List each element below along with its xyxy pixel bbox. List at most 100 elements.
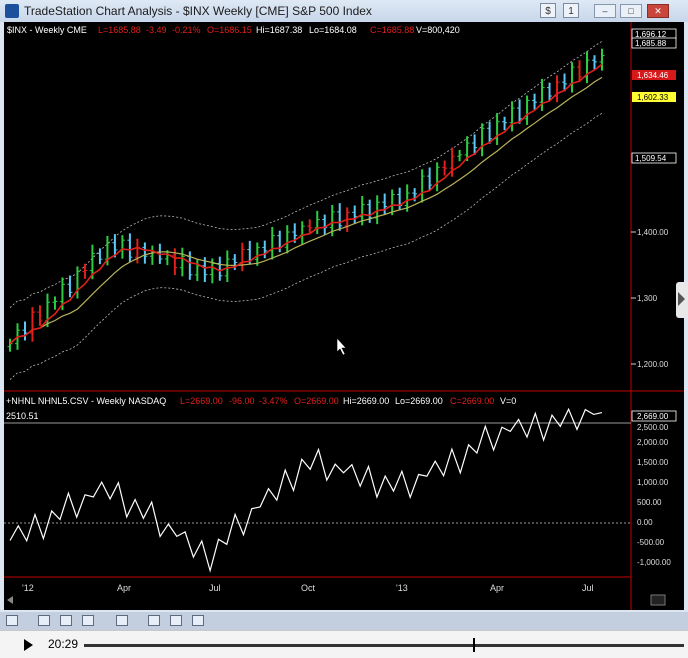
price-bar [352,205,358,225]
ind-tick-1500: 1,500.00 [637,458,669,467]
ind-tick-neg500: -500.00 [637,538,665,547]
price-bars [7,48,605,352]
price-bar [149,245,155,265]
side-expand-handle[interactable] [676,282,688,318]
close-button[interactable]: ✕ [647,4,669,18]
price-bar [524,95,530,125]
price-bar [67,275,73,298]
price-bar [52,296,58,310]
tab-close-icon-2[interactable] [192,615,204,626]
price-bar [22,321,28,341]
scroll-right-button[interactable] [650,594,666,606]
workspace-tab-icon[interactable] [6,615,18,626]
price-bar [262,240,268,259]
price-bar [532,93,538,110]
price-last: L=1685.88 [98,25,141,35]
price-bar [314,210,320,235]
tab-maximize-icon-2[interactable] [170,615,182,626]
price-bar [299,221,305,245]
indicator-marker: 2,669.00 [637,412,669,421]
tab-maximize-icon[interactable] [60,615,72,626]
price-open: O=1686.15 [207,25,252,35]
indicator-close: C=2669.00 [450,396,494,406]
price-bar [269,226,275,260]
indicator-open: O=2669.00 [294,396,339,406]
chart-area[interactable]: $INX - Weekly CME L=1685.88 -3.49 -0.21%… [4,22,684,610]
price-bar [442,160,448,176]
price-bar [127,233,133,263]
bollinger-bands [9,41,603,380]
bottom-tab-bar [0,612,688,630]
title-bar: TradeStation Chart Analysis - $INX Weekl… [0,0,688,22]
price-bar [494,113,500,145]
app-icon [5,4,19,18]
price-bar [97,248,103,265]
fast-moving-average [9,63,603,345]
price-bar [284,225,290,254]
price-bar [119,235,125,259]
price-tick-1300: 1,300 [637,294,658,303]
price-bar [397,187,403,211]
minimize-button[interactable]: – [594,4,616,18]
indicator-ref-label: 2510.51 [6,411,39,421]
mouse-cursor-icon [336,337,347,356]
tab-restore-icon[interactable] [38,615,50,626]
ind-tick-neg1000: -1,000.00 [637,558,671,567]
progress-thumb[interactable] [473,638,475,652]
price-bar [337,203,343,231]
symbol-button[interactable]: $ [540,3,556,18]
upper-band [9,41,603,308]
ind-tick-1000: 1,000.00 [637,478,669,487]
price-bar [457,149,463,162]
price-change: -3.49 [146,25,167,35]
time-label-oct: Oct [301,583,316,593]
tab-restore-icon-2[interactable] [148,615,160,626]
price-tick-1200: 1,200.00 [637,360,669,369]
marker-lower: 1,509.54 [635,154,667,163]
scroll-left-icon[interactable] [7,596,13,604]
price-bar [37,305,43,326]
price-bar [82,263,88,279]
window-title: TradeStation Chart Analysis - $INX Weekl… [24,4,372,18]
workspace-tab-icon-2[interactable] [116,615,128,626]
price-pct: -0.21% [172,25,201,35]
price-bar [584,51,590,84]
price-bar [194,259,200,282]
price-header: $INX - Weekly CME L=1685.88 -3.49 -0.21%… [7,25,460,35]
app-window: TradeStation Chart Analysis - $INX Weekl… [0,0,688,625]
marker-yellow: 1,602.33 [637,93,669,102]
indicator-last: L=2669.00 [180,396,223,406]
time-label-apr: Apr [117,583,131,593]
price-bar [29,307,35,342]
price-bar [569,62,575,93]
price-bar [142,242,148,264]
nhnl-line [9,407,603,573]
indicator-pct: -3.47% [259,396,288,406]
price-bar [427,167,433,191]
price-bar [217,256,223,281]
price-bar [502,116,508,131]
indicator-high: Hi=2669.00 [343,396,389,406]
price-high: Hi=1687.38 [256,25,302,35]
tab-close-icon[interactable] [82,615,94,626]
play-icon[interactable] [24,639,33,651]
playback-time: 20:29 [48,637,79,651]
indicator-name: +NHNL NHNL5.CSV - Weekly NASDAQ [6,396,166,406]
price-bar [239,242,245,272]
price-bar [322,214,328,236]
price-bar [224,250,230,282]
price-bar [307,219,313,233]
price-bar [179,247,185,277]
marker-last: 1,685.88 [635,39,667,48]
interval-button[interactable]: 1 [563,3,579,18]
price-bar [479,123,485,157]
time-label-13: '13 [396,583,408,593]
progress-track[interactable] [84,644,684,647]
indicator-volume: V=0 [500,396,516,406]
price-bar [419,169,425,203]
chart-svg[interactable]: $INX - Weekly CME L=1685.88 -3.49 -0.21%… [4,22,684,610]
maximize-button[interactable]: □ [620,4,642,18]
time-label-12: '12 [22,583,34,593]
time-label-apr2: Apr [490,583,504,593]
ind-tick-500: 500.00 [637,498,662,507]
